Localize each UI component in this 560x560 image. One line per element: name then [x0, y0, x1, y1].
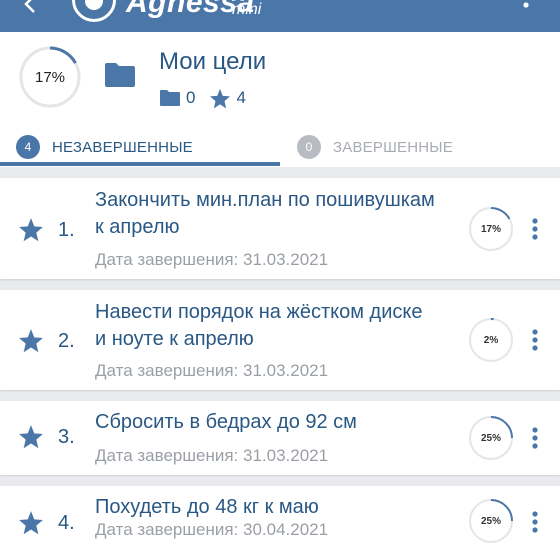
goal-progress-ring: 2%	[468, 317, 514, 363]
tab-incomplete[interactable]: 4 НЕЗАВЕРШЕННЫЕ	[16, 132, 193, 162]
star-count-icon	[210, 88, 231, 108]
more-vert-icon[interactable]	[528, 510, 542, 534]
goal-index: 3.	[58, 426, 75, 448]
folder-icon	[105, 63, 135, 87]
goal-index: 1.	[58, 219, 75, 241]
star-icon[interactable]	[18, 328, 44, 353]
goal-title: Закончить мин.план по пошивушкам к апрел…	[95, 189, 435, 238]
goals-header: 17% Мои цели 0 4 4 НЕЗАВЕРШЕННЫЕ 0 ЗАВЕР…	[0, 32, 560, 167]
goal-progress-ring: 25%	[468, 415, 514, 461]
goal-card-3[interactable]: 3. Сбросить в бедрах до 92 см Дата завер…	[0, 401, 560, 475]
goal-due-date: Дата завершения: 31.03.2021	[95, 361, 329, 380]
more-vert-icon[interactable]	[528, 328, 542, 352]
app-brand-suffix: mini	[232, 1, 262, 18]
goal-title: Сбросить в бедрах до 92 см	[95, 411, 357, 433]
goal-progress-label: 25%	[480, 432, 501, 444]
tab-completed[interactable]: 0 ЗАВЕРШЕННЫЕ	[297, 132, 453, 162]
star-icon[interactable]	[18, 510, 44, 535]
goal-title: Навести порядок на жёстком диске и ноуте…	[95, 301, 423, 350]
goal-card-1[interactable]: 1. Закончить мин.план по пошивушкам к ап…	[0, 178, 560, 279]
page-title: Мои цели	[159, 48, 267, 75]
overall-progress-ring: 17%	[18, 45, 82, 109]
goal-due-date: Дата завершения: 31.03.2021	[95, 250, 329, 269]
tab-completed-label: ЗАВЕРШЕННЫЕ	[333, 138, 453, 156]
goal-progress-label: 17%	[480, 223, 501, 235]
star-icon[interactable]	[18, 217, 44, 242]
folder-count-icon	[160, 90, 180, 106]
goal-progress-ring: 17%	[468, 206, 514, 252]
starred-count: 4	[236, 88, 246, 107]
goal-card-4[interactable]: 4. Похудеть до 48 кг к маю Дата завершен…	[0, 486, 560, 560]
overflow-menu-icon[interactable]	[518, 0, 534, 10]
goal-due-date: Дата завершения: 30.04.2021	[95, 520, 329, 539]
tab-incomplete-label: НЕЗАВЕРШЕННЫЕ	[52, 138, 193, 156]
back-arrow-icon[interactable]	[22, 0, 44, 14]
goal-index: 2.	[58, 330, 75, 352]
more-vert-icon[interactable]	[528, 426, 542, 450]
goal-title: Похудеть до 48 кг к маю	[95, 496, 319, 518]
goal-due-date: Дата завершения: 31.03.2021	[95, 446, 329, 465]
overall-progress-label: 17%	[34, 68, 66, 86]
goal-progress-ring: 25%	[468, 498, 514, 544]
tab-incomplete-count: 4	[16, 135, 40, 159]
goal-index: 4.	[58, 512, 75, 534]
tab-completed-count: 0	[297, 135, 321, 159]
app-bar: Agnessa mini	[0, 0, 560, 32]
active-tab-indicator	[0, 162, 280, 166]
folders-count: 0	[186, 88, 196, 107]
goal-progress-label: 25%	[480, 515, 501, 527]
more-vert-icon[interactable]	[528, 217, 542, 241]
goal-card-2[interactable]: 2. Навести порядок на жёстком диске и но…	[0, 290, 560, 390]
star-icon[interactable]	[18, 424, 44, 449]
header-stats: 0 4	[159, 88, 260, 108]
goal-progress-label: 2%	[483, 334, 499, 346]
